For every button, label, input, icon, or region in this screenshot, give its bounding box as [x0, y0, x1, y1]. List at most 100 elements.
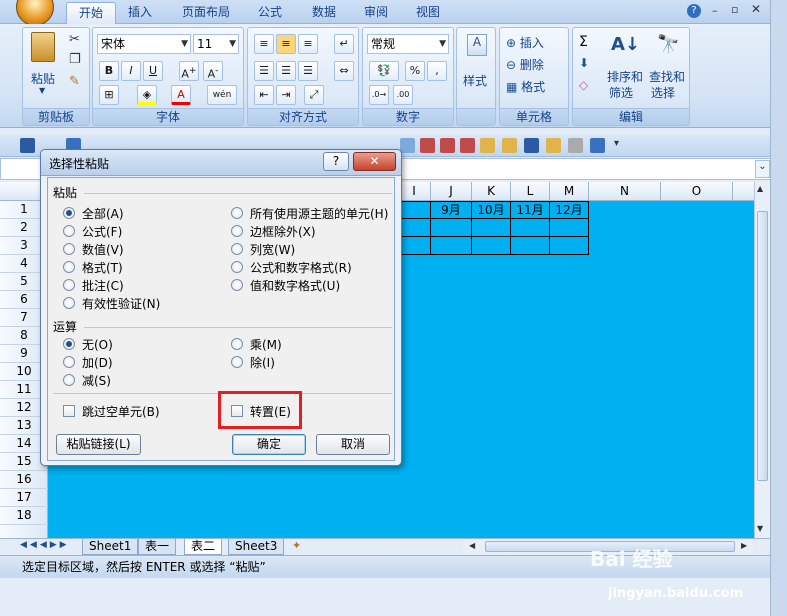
toolbar-icon[interactable] — [590, 138, 605, 153]
radio-label[interactable]: 格式(T) — [82, 259, 123, 276]
radio-source-theme[interactable] — [231, 207, 243, 219]
column-header[interactable]: J — [431, 182, 472, 201]
column-header[interactable]: M — [550, 182, 589, 201]
styles-button[interactable]: 样式 — [463, 72, 487, 89]
radio-label[interactable]: 所有使用源主题的单元(H) — [250, 205, 388, 222]
sheet-tab[interactable]: Sheet1 — [82, 539, 139, 555]
scroll-right-icon[interactable]: ▶ — [741, 541, 747, 550]
fill-icon[interactable]: ⬇ — [579, 56, 589, 70]
delete-cells-button[interactable]: ⊖ 删除 — [506, 56, 544, 73]
table-cell[interactable] — [472, 237, 511, 255]
sort-filter-label-2[interactable]: 筛选 — [609, 84, 633, 101]
radio-label[interactable]: 有效性验证(N) — [82, 295, 160, 312]
radio-label[interactable]: 值和数字格式(U) — [250, 277, 340, 294]
merge-center-icon[interactable]: ⇔ — [334, 61, 354, 81]
align-top-icon[interactable]: ≡ — [254, 34, 274, 54]
toolbar-icon[interactable] — [502, 138, 517, 153]
table-cell[interactable] — [400, 237, 431, 255]
font-size-select[interactable]: 11 ▼ — [193, 34, 239, 54]
radio-label[interactable]: 无(O) — [82, 336, 113, 353]
paste-link-button[interactable]: 粘贴链接(L) — [56, 434, 141, 455]
close-icon[interactable]: ✕ — [751, 2, 761, 16]
radio-comments[interactable] — [63, 279, 75, 291]
column-header[interactable]: K — [472, 182, 511, 201]
copy-icon[interactable]: ❐ — [69, 52, 81, 67]
sort-filter-label-1[interactable]: 排序和 — [607, 68, 643, 85]
align-middle-icon[interactable]: ≡ — [276, 34, 296, 54]
radio-label[interactable]: 边框除外(X) — [250, 223, 316, 240]
table-cell[interactable] — [511, 219, 550, 237]
tab-page-layout[interactable]: 页面布局 — [170, 2, 242, 24]
row-header[interactable]: 17 — [0, 489, 48, 507]
sheet-tab[interactable]: 表一 — [138, 539, 177, 555]
column-header[interactable]: O — [661, 182, 733, 201]
fill-color-icon[interactable]: ◈ — [137, 85, 157, 105]
radio-validation[interactable] — [63, 297, 75, 309]
radio-label[interactable]: 全部(A) — [82, 205, 124, 222]
toolbar-icon[interactable] — [568, 138, 583, 153]
tab-formulas[interactable]: 公式 — [246, 2, 294, 24]
styles-icon[interactable]: A — [467, 34, 487, 56]
radio-label[interactable]: 除(I) — [250, 354, 275, 371]
table-cell[interactable] — [400, 201, 431, 219]
radio-label[interactable]: 数值(V) — [82, 241, 124, 258]
radio-op-divide[interactable] — [231, 356, 243, 368]
grow-font-icon[interactable]: A+ — [179, 61, 199, 81]
radio-values[interactable] — [63, 243, 75, 255]
sheet-nav-icon[interactable]: ◀◀◀▶▶ — [20, 540, 70, 550]
find-select-icon[interactable]: 🔭 — [657, 34, 679, 55]
align-center-icon[interactable]: ☰ — [276, 61, 296, 81]
insert-sheet-icon[interactable]: ✦ — [292, 539, 301, 552]
format-cells-button[interactable]: ▦ 格式 — [506, 78, 545, 95]
table-cell[interactable] — [472, 219, 511, 237]
table-cell[interactable]: 9月 — [431, 201, 472, 219]
radio-label[interactable]: 公式和数字格式(R) — [250, 259, 352, 276]
radio-formulas-number-formats[interactable] — [231, 261, 243, 273]
underline-button[interactable]: U — [143, 61, 163, 81]
tab-data[interactable]: 数据 — [300, 2, 348, 24]
align-left-icon[interactable]: ☰ — [254, 61, 274, 81]
toolbar-icon[interactable] — [480, 138, 495, 153]
toolbar-icon[interactable] — [460, 138, 475, 153]
accounting-format-icon[interactable]: 💱 — [369, 61, 399, 81]
increase-decimal-icon[interactable]: .0→ — [369, 85, 389, 105]
insert-cells-button[interactable]: ⊕ 插入 — [506, 34, 544, 51]
table-cell[interactable]: 11月 — [511, 201, 550, 219]
minimize-icon[interactable]: – — [712, 4, 718, 17]
percent-button[interactable]: % — [405, 61, 425, 81]
radio-formulas[interactable] — [63, 225, 75, 237]
scroll-down-icon[interactable]: ▼ — [757, 524, 763, 533]
align-right-icon[interactable]: ☰ — [298, 61, 318, 81]
radio-label[interactable]: 乘(M) — [250, 336, 282, 353]
checkbox-skip-blanks[interactable] — [63, 405, 75, 417]
column-header[interactable]: N — [589, 182, 661, 201]
decrease-decimal-icon[interactable]: .00 — [393, 85, 413, 105]
radio-values-number-formats[interactable] — [231, 279, 243, 291]
find-select-label-2[interactable]: 选择 — [651, 84, 675, 101]
table-cell[interactable] — [550, 237, 589, 255]
dialog-help-button[interactable]: ? — [323, 152, 349, 171]
toolbar-icon[interactable] — [400, 138, 415, 153]
dialog-close-button[interactable]: ✕ — [353, 152, 396, 171]
scroll-up-icon[interactable]: ▲ — [757, 184, 763, 193]
italic-button[interactable]: I — [121, 61, 141, 81]
comma-style-icon[interactable]: , — [427, 61, 447, 81]
radio-op-multiply[interactable] — [231, 338, 243, 350]
radio-label[interactable]: 公式(F) — [82, 223, 122, 240]
table-cell[interactable] — [511, 237, 550, 255]
table-cell[interactable] — [431, 219, 472, 237]
sort-icon[interactable] — [524, 138, 539, 153]
vertical-scroll-thumb[interactable] — [757, 211, 768, 481]
font-name-select[interactable]: 宋体 ▼ — [97, 34, 191, 54]
office-button[interactable] — [16, 0, 54, 26]
sheet-tab-active[interactable]: 表二 — [184, 539, 223, 555]
radio-op-none[interactable] — [63, 338, 75, 350]
shrink-font-icon[interactable]: A- — [203, 61, 223, 81]
sort-filter-icon[interactable]: A↓ — [611, 34, 640, 60]
radio-except-borders[interactable] — [231, 225, 243, 237]
expand-formula-icon[interactable]: ⌄ — [755, 160, 770, 178]
radio-op-add[interactable] — [63, 356, 75, 368]
table-cell[interactable] — [431, 237, 472, 255]
customize-qat-icon[interactable]: ▾ — [614, 138, 629, 153]
column-header[interactable]: L — [511, 182, 550, 201]
